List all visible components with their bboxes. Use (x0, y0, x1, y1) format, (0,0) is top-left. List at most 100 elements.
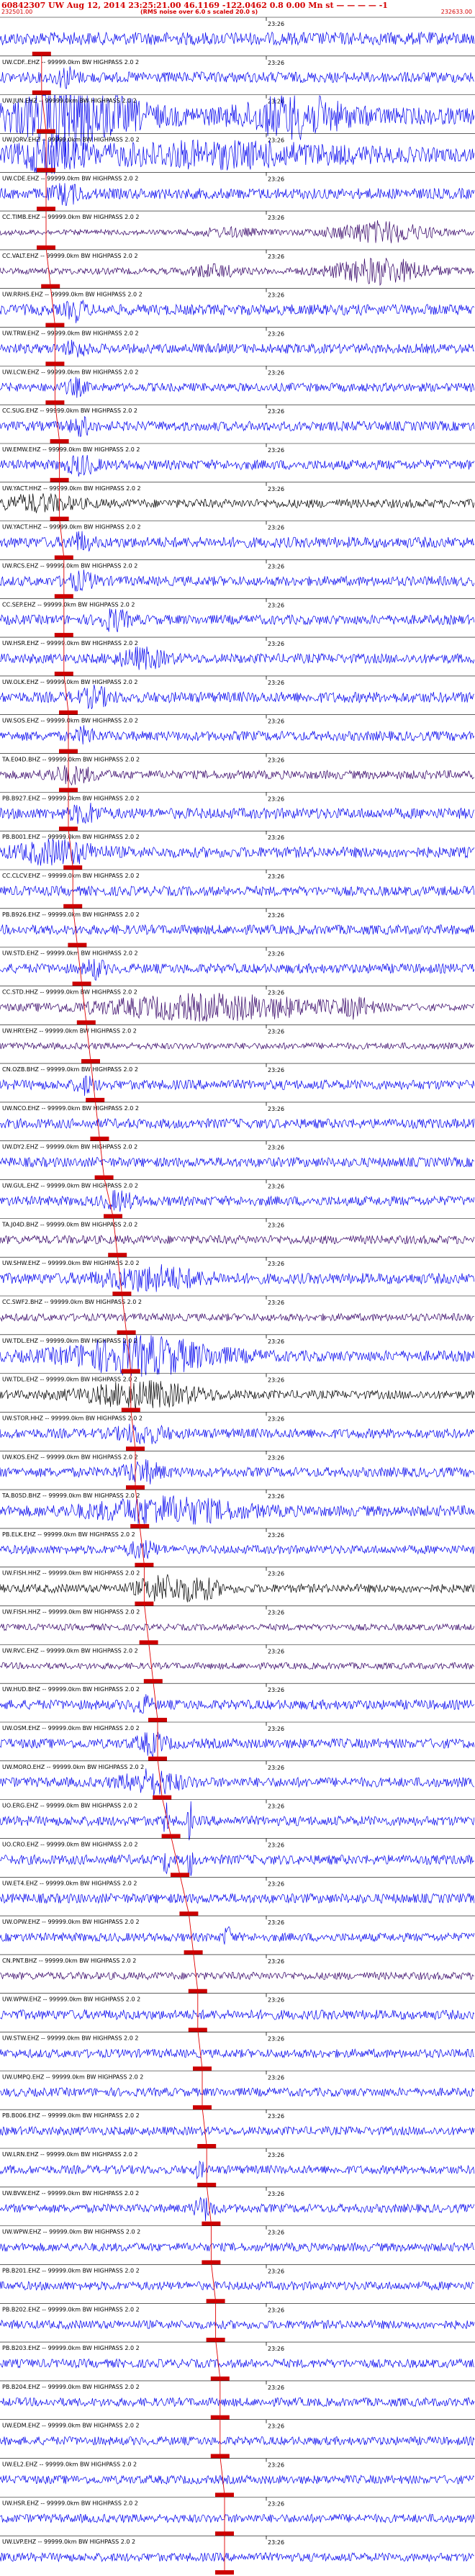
seismogram-trace (0, 2281, 474, 2292)
channel-label: CC.STD.HHZ -- 99999.0km BW HIGHPASS 2.0 … (2, 988, 137, 995)
trace-row: 23:26 UW.OPW.EHZ -- 99999.0km BW HIGHPASS… (0, 1915, 475, 1955)
channel-label: UW.STD.EHZ -- 99999.0km BW HIGHPASS 2.0 … (2, 950, 138, 957)
trace-row: 23:26 UW.CDF..EHZ -- 99999.0km BW HIGHPAS… (0, 55, 475, 95)
time-tick-label: 23:26 (268, 60, 284, 66)
time-tick-label: 23:26 (268, 2152, 284, 2158)
trace-row: 23:26 UW.NCO.EHZ -- 99999.0km BW HIGHPASS… (0, 1102, 475, 1141)
trace-row: 23:26 UW.HRY.EHZ -- 99999.0km BW HIGHPASS… (0, 1024, 475, 1064)
time-tick-label: 23:26 (268, 2036, 284, 2043)
trace-row: 23:26 UW.LCW.EHZ -- 99999.0km BW HIGHPASS… (0, 366, 475, 405)
time-tick-label: 23:26 (268, 2462, 284, 2469)
seismogram-trace (0, 725, 475, 745)
channel-label: TA.E04D.BHZ -- 99999.0km BW HIGHPASS 2.0… (1, 757, 140, 763)
time-tick-label: 23:26 (268, 563, 284, 569)
time-tick-label: 23:26 (268, 1493, 284, 1500)
channel-label: PB.B927.EHZ -- 99999.0km BW HIGHPASS 2.0… (2, 795, 140, 801)
trace-row: 23:26 (0, 17, 475, 56)
trace-row: 23:26 PB.B203.EHZ -- 99999.0km BW HIGHPAS… (0, 2341, 475, 2381)
channel-label: UW.EDM.EHZ -- 99999.0km BW HIGHPASS 2.0 … (2, 2423, 140, 2429)
trace-row: 23:26 CC.SUG.EHZ -- 99999.0km BW HIGHPASS… (0, 404, 475, 443)
channel-label: UW.RVC.EHZ -- 99999.0km BW HIGHPASS 2.0 … (2, 1647, 138, 1654)
channel-label: UW.YACT.HHZ -- 99999.0km BW HIGHPASS 2.0… (2, 524, 141, 531)
trace-row: 23:26 CC.VALT.EHZ -- 99999.0km BW HIGHPAS… (0, 249, 475, 289)
seismogram-trace (0, 2160, 475, 2179)
seismogram-trace (0, 2125, 475, 2136)
seismogram-trace (0, 1117, 475, 1130)
channel-label: CC.SUG.EHZ -- 99999.0km BW HIGHPASS 2.0 … (2, 407, 137, 414)
channel-label: UW.OLK.EHZ -- 99999.0km BW HIGHPASS 2.0 … (2, 679, 137, 685)
seismogram-trace (0, 2513, 475, 2524)
seismogram-trace (0, 2009, 475, 2021)
seismogram-trace (0, 31, 475, 46)
channel-label: UW.HSR.EHZ -- 99999.0km BW HIGHPASS 2.0 … (2, 640, 138, 647)
time-tick-label: 23:26 (268, 1028, 284, 1035)
seismogram-trace (0, 66, 475, 89)
seismogram-trace (0, 1971, 474, 1981)
time-tick-label: 23:26 (268, 1610, 284, 1616)
seismogram-trace (0, 2048, 474, 2059)
trace-row: 23:26 UW.EDM.EHZ -- 99999.0km BW HIGHPASS… (0, 2419, 475, 2459)
trace-row: 23:26 UO.CRO.EHZ -- 99999.0km BW HIGHPASS… (0, 1838, 475, 1878)
channel-label: UW.LVP.EHZ -- 99999.0km BW HIGHPASS 2.0 … (2, 2539, 135, 2545)
time-tick-label: 23:26 (268, 2230, 284, 2236)
seismogram-trace (0, 684, 475, 710)
seismogram-trace (0, 1312, 474, 1323)
channel-label: UW.DY2.EHZ -- 99999.0km BW HIGHPASS 2.0 … (2, 1144, 137, 1150)
trace-row: 23:26 UW.OSM.EHZ -- 99999.0km BW HIGHPASS… (0, 1721, 475, 1761)
time-tick-label: 23:26 (268, 2384, 284, 2391)
channel-label: UW.HSR.EHZ -- 99999.0km BW HIGHPASS 2.0 … (2, 2500, 138, 2506)
channel-label: UW.WPW.EHZ -- 99999.0km BW HIGHPASS 2.0 … (2, 2229, 140, 2235)
seismogram-trace (0, 1623, 475, 1631)
time-tick-label: 23:26 (268, 680, 284, 686)
trace-row: 23:26 UW.TDL.EHZ -- 99999.0km BW HIGHPASS… (0, 1334, 475, 1377)
channel-label: CC.TIMB.EHZ -- 99999.0km BW HIGHPASS 2.0… (2, 214, 139, 220)
time-tick-label: 23:26 (268, 1261, 284, 1267)
channel-label: UW.MORO.EHZ -- 99999.0km BW HIGHPASS 2.0… (2, 1764, 144, 1770)
channel-label: UW.RRHS.EHZ -- 99999.0km BW HIGHPASS 2.0… (2, 292, 142, 298)
time-tick-label: 23:26 (268, 796, 284, 802)
trace-row: 23:26 UW.RCS.EHZ -- 99999.0km BW HIGHPASS… (0, 559, 475, 599)
trace-row: 23:26 UW.WPW.EHZ -- 99999.0km BW HIGHPASS… (0, 2225, 475, 2265)
channel-label: CC.SWF2.BHZ -- 99999.0km BW HIGHPASS 2.0… (2, 1299, 142, 1305)
trace-row: 23:26 PB.B204.EHZ -- 99999.0km BW HIGHPAS… (0, 2380, 475, 2420)
time-tick-label: 23:26 (268, 1687, 284, 1693)
channel-label: UW.STOR.HHZ -- 99999.0km BW HIGHPASS 2.0… (2, 1415, 142, 1421)
time-tick-label: 23:26 (268, 292, 284, 299)
channel-label: UW.SOS.EHZ -- 99999.0km BW HIGHPASS 2.0 … (2, 718, 138, 724)
trace-row: 23:26 CC.SWF2.BHZ -- 99999.0km BW HIGHPAS… (0, 1295, 475, 1335)
time-tick-label: 23:26 (268, 1145, 284, 1151)
seismogram-trace (0, 1234, 475, 1246)
trace-row: 23:26 TA.B05D.BHZ -- 99999.0km BW HIGHPAS… (0, 1489, 475, 1528)
channel-label: UW.STW.EHZ -- 99999.0km BW HIGHPASS 2.0 … (2, 2035, 138, 2042)
time-tick-label: 23:26 (268, 1300, 284, 1306)
time-tick-label: 23:26 (268, 253, 284, 260)
channel-label: UW.HRY.EHZ -- 99999.0km BW HIGHPASS 2.0 … (2, 1027, 137, 1034)
seismogram-trace (0, 885, 475, 897)
trace-row: 23:26 PB.B927.EHZ -- 99999.0km BW HIGHPAS… (0, 792, 475, 832)
time-tick-label: 23:26 (268, 369, 284, 376)
seismogram-trace (0, 299, 475, 323)
channel-label: UW.FISH.HHZ -- 99999.0km BW HIGHPASS 2.0… (2, 1570, 140, 1577)
time-tick-label: 23:26 (268, 21, 284, 27)
channel-label: PB.B926.EHZ -- 99999.0km BW HIGHPASS 2.0… (2, 911, 140, 918)
seismogram-trace (0, 1540, 475, 1559)
channel-label: CN.PNT.BHZ -- 99999.0km BW HIGHPASS 2.0 … (2, 1958, 136, 1964)
time-tick-label: 23:26 (268, 2191, 284, 2197)
seismogram-trace (0, 2436, 475, 2446)
seismogram-trace (0, 2086, 475, 2098)
seismogram-trace (0, 220, 475, 243)
seismogram-trace (0, 1574, 475, 1603)
channel-label: TA.B05D.BHZ -- 99999.0km BW HIGHPASS 2.0… (1, 1492, 140, 1499)
trace-row: 23:26 UW.OLK.EHZ -- 99999.0km BW HIGHPASS… (0, 675, 475, 715)
trace-row: 23:26 UW.SOS.EHZ -- 99999.0km BW HIGHPASS… (0, 714, 475, 754)
trace-row: 23:26 UW.JUN.EHZ -- 99999.0km BW HIGHPASS… (0, 94, 475, 157)
channel-label: UW.JUN.EHZ -- 99999.0km BW HIGHPASS 2.0 … (2, 98, 137, 104)
time-tick-label: 23:26 (268, 989, 284, 996)
time-tick-label: 23:26 (268, 757, 284, 764)
time-tick-label: 23:26 (268, 176, 284, 182)
time-tick-label: 23:26 (268, 1106, 284, 1112)
trace-row: 23:26 UW.EL2.EHZ -- 99999.0km BW HIGHPASS… (0, 2458, 475, 2498)
trace-row: 23:26 UW.RVC.EHZ -- 99999.0km BW HIGHPASS… (0, 1644, 475, 1684)
seismogram-trace (0, 1076, 475, 1096)
time-tick-label: 23:26 (268, 719, 284, 725)
